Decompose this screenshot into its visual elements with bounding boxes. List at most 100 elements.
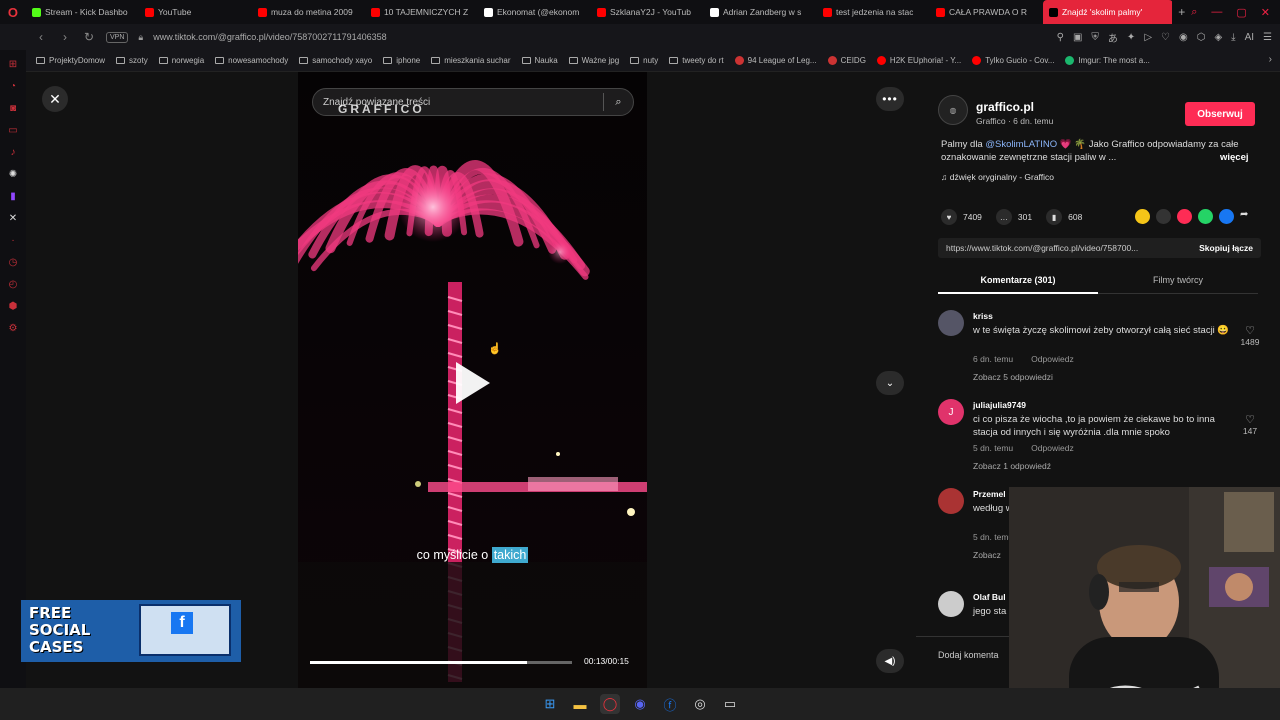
- creator-username[interactable]: graffico.pl: [976, 100, 1034, 114]
- history-icon[interactable]: ◷: [0, 251, 26, 273]
- clock-icon[interactable]: ◴: [0, 273, 26, 295]
- puzzle-icon[interactable]: ⬡: [1197, 32, 1206, 43]
- play-icon[interactable]: [456, 362, 490, 404]
- bookmark-item[interactable]: szoty: [116, 56, 148, 65]
- new-tab-button[interactable]: +: [1172, 5, 1191, 19]
- download-icon[interactable]: ⤓: [1231, 32, 1235, 43]
- opera-logo-icon[interactable]: O: [0, 0, 26, 24]
- bookmark-item[interactable]: mieszkania suchar: [431, 56, 511, 65]
- video-progress-bar[interactable]: [310, 661, 572, 664]
- browser-tab[interactable]: YouTube: [139, 0, 252, 24]
- browser-tab[interactable]: Stream - Kick Dashbo: [26, 0, 139, 24]
- forward-icon[interactable]: ›: [58, 30, 72, 44]
- browser-tab[interactable]: 10 TAJEMNICZYCH Z: [365, 0, 478, 24]
- bag-icon[interactable]: ◙: [0, 97, 26, 119]
- add-comment-input[interactable]: Dodaj komenta: [938, 650, 999, 660]
- free-social-cases-ad[interactable]: FREE SOCIAL CASES f: [21, 600, 241, 662]
- bookmark-item[interactable]: Tylko Gucio - Cov...: [972, 56, 1054, 65]
- chatgpt-icon[interactable]: ✺: [0, 163, 26, 185]
- reply-button[interactable]: Odpowiedz: [1031, 354, 1074, 364]
- creator-avatar[interactable]: ◍: [938, 95, 968, 125]
- easy-setup-icon[interactable]: ☰: [1263, 32, 1272, 43]
- browser-tab[interactable]: Znajdź 'skolim palmy': [1042, 0, 1173, 24]
- friends-share-icon[interactable]: [1135, 209, 1150, 224]
- search-icon[interactable]: ⌕: [603, 93, 633, 111]
- comment-like[interactable]: ♡ 1489: [1238, 324, 1262, 347]
- bookmark-item[interactable]: ProjektyDomow: [36, 56, 105, 65]
- shield-icon[interactable]: ⛨: [1091, 32, 1099, 43]
- browser-tab[interactable]: muza do metina 2009: [252, 0, 365, 24]
- browser-tab[interactable]: SzklanaY2J - YouTub: [591, 0, 704, 24]
- gx-corner-icon[interactable]: ◔: [0, 75, 26, 97]
- share-arrow-icon[interactable]: ➦: [1240, 209, 1255, 224]
- bookmark-item[interactable]: H2K EUphoria! - Y...: [876, 56, 961, 65]
- volume-button[interactable]: ◀): [876, 649, 904, 673]
- settings-icon[interactable]: ⚙: [0, 317, 26, 339]
- bookmark-item[interactable]: 94 League of Leg...: [734, 56, 817, 65]
- pin-icon[interactable]: ⚲: [1057, 32, 1064, 43]
- comment-icon[interactable]: …: [995, 209, 1012, 225]
- maximize-icon[interactable]: ▢: [1236, 6, 1246, 19]
- follow-button[interactable]: Obserwuj: [1185, 102, 1255, 126]
- like-icon[interactable]: ♥: [941, 209, 957, 225]
- bookmark-item[interactable]: Nauka: [521, 56, 558, 65]
- commenter-name[interactable]: Przemel: [973, 489, 1006, 499]
- browser-tab[interactable]: CAŁA PRAWDA O R: [930, 0, 1043, 24]
- copy-link-button[interactable]: Skopiuj łącze: [1191, 243, 1261, 253]
- opera-gx-icon[interactable]: ◯: [600, 694, 620, 714]
- extension-icon[interactable]: ✦: [1127, 32, 1135, 43]
- video-link[interactable]: https://www.tiktok.com/@graffico.pl/vide…: [946, 243, 1138, 253]
- bookmarks-overflow-icon[interactable]: ›: [1269, 54, 1272, 65]
- video-player[interactable]: ⌕ GRAFFICO ☝ co myślicie o takich 00:13/…: [298, 72, 647, 688]
- bookmark-item[interactable]: norwegia: [158, 56, 204, 65]
- x-twitter-icon[interactable]: ✕: [0, 207, 26, 229]
- browser-tab[interactable]: Ekonomat (@ekonom: [478, 0, 591, 24]
- commenter-name[interactable]: juliajulia9749: [973, 400, 1026, 410]
- bookmark-item[interactable]: tweety do rt: [669, 56, 724, 65]
- cube-icon[interactable]: ⬢: [0, 295, 26, 317]
- browser-tab[interactable]: Adrian Zandberg w s: [704, 0, 817, 24]
- commenter-name[interactable]: Olaf Bul: [973, 592, 1006, 602]
- comment-like[interactable]: ♡ 147: [1238, 413, 1262, 436]
- commenter-name[interactable]: kriss: [973, 311, 993, 321]
- bookmark-item[interactable]: Ważne jpg: [568, 56, 619, 65]
- comment-like-icon[interactable]: ♡: [1238, 324, 1262, 337]
- view-replies-button[interactable]: Zobacz 1 odpowiedź: [973, 461, 1051, 471]
- bookmark-item[interactable]: iphone: [383, 56, 420, 65]
- heart-icon[interactable]: ♡: [1161, 32, 1170, 43]
- bookmark-item[interactable]: samochody xayo: [299, 56, 372, 65]
- search-tabs-icon[interactable]: ⌕: [1191, 6, 1197, 19]
- back-icon[interactable]: ‹: [34, 30, 48, 44]
- comment-like-icon[interactable]: ♡: [1238, 413, 1262, 426]
- tab-comments[interactable]: Komentarze (301): [938, 275, 1098, 285]
- more-options-button[interactable]: •••: [876, 87, 904, 111]
- camera-icon[interactable]: ◉: [1179, 32, 1188, 43]
- sound-link[interactable]: ♫ dźwięk oryginalny - Graffico: [941, 172, 1054, 182]
- bookmark-item[interactable]: Imgur: The most a...: [1065, 56, 1150, 65]
- windows-start-icon[interactable]: ⊞: [540, 694, 560, 714]
- snapshot-icon[interactable]: ▣: [1073, 32, 1082, 43]
- bookmark-item[interactable]: nuty: [630, 56, 658, 65]
- wallet-icon[interactable]: ◈: [1214, 32, 1222, 43]
- vpn-badge[interactable]: VPN: [106, 31, 129, 43]
- lock-icon[interactable]: 🔒︎: [138, 32, 143, 43]
- facebook-icon[interactable]: ⓕ: [660, 694, 680, 714]
- next-video-button[interactable]: ⌄: [876, 371, 904, 395]
- repost-icon[interactable]: [1177, 209, 1192, 224]
- minimize-icon[interactable]: —: [1211, 6, 1222, 19]
- tab-creator-videos[interactable]: Filmy twórcy: [1098, 275, 1258, 285]
- bookmark-icon[interactable]: ▮: [1046, 209, 1063, 225]
- file-explorer-icon[interactable]: ▬: [570, 694, 590, 714]
- player-icon[interactable]: ▷: [1144, 32, 1152, 43]
- translate-icon[interactable]: あ: [1108, 30, 1118, 45]
- terminal-icon[interactable]: ▭: [720, 694, 740, 714]
- close-video-button[interactable]: ✕: [42, 86, 68, 112]
- bookmark-item[interactable]: nowesamochody: [215, 56, 288, 65]
- twitch-icon[interactable]: ▮: [0, 185, 26, 207]
- embed-icon[interactable]: [1156, 209, 1171, 224]
- commenter-avatar[interactable]: [938, 591, 964, 617]
- commenter-avatar[interactable]: J: [938, 399, 964, 425]
- close-window-icon[interactable]: ✕: [1261, 6, 1270, 19]
- commenter-avatar[interactable]: [938, 310, 964, 336]
- speed-dial-icon[interactable]: ⊞: [0, 53, 26, 75]
